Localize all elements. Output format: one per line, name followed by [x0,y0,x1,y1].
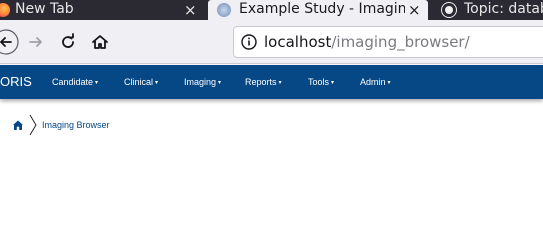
url-path: /imaging_browser/ [331,33,470,51]
firefox-icon [0,3,10,17]
home-icon [92,35,108,49]
chevron-down-icon: ▾ [278,79,282,86]
back-icon [0,29,19,55]
menu-candidate[interactable]: Candidate ▾ [52,65,98,99]
browser-tab-strip: New Tab × Example Study - Imaging × Topi… [0,0,543,20]
home-icon[interactable] [12,119,24,131]
browser-toolbar: localhost/imaging_browser/ [0,20,543,64]
url-bar[interactable]: localhost/imaging_browser/ [233,26,543,58]
forward-icon [29,37,42,47]
chevron-down-icon: ▾ [331,79,335,86]
chevron-down-icon: ▾ [155,79,159,86]
chevron-down-icon: ▾ [387,79,391,86]
github-icon [442,3,456,17]
tab-topic[interactable]: Topic: datab [430,0,543,20]
tab-title: New Tab [15,1,74,17]
info-icon[interactable] [240,33,258,51]
brand-logo[interactable]: ORIS [0,65,32,99]
tab-title: Topic: datab [464,1,543,17]
menu-tools[interactable]: Tools ▾ [308,65,334,99]
menu-reports[interactable]: Reports ▾ [245,65,282,99]
menu-imaging[interactable]: Imaging ▾ [184,65,221,99]
chevron-down-icon: ▾ [95,79,99,86]
url-host: localhost [264,33,332,51]
menu-label: Reports [245,77,277,87]
home-button[interactable] [86,28,114,56]
brain-icon [217,3,231,17]
menu-label: Tools [308,77,330,87]
reload-button[interactable] [54,28,82,56]
menu-clinical[interactable]: Clinical ▾ [124,65,158,99]
menu-label: Imaging [184,77,217,87]
menu-label: Clinical [124,77,154,87]
reload-icon [62,33,74,48]
chevron-right-icon [29,114,37,136]
menu-label: Candidate [52,77,94,87]
close-icon[interactable]: × [184,0,197,20]
forward-button[interactable] [22,28,50,56]
back-button[interactable] [0,28,20,56]
breadcrumb-current[interactable]: Imaging Browser [42,120,110,130]
app-navbar: ORIS Candidate ▾ Clinical ▾ Imaging ▾ Repor… [0,65,543,99]
tab-title: Example Study - Imaging [239,1,405,17]
close-icon[interactable]: × [408,0,421,20]
tab-new-tab[interactable]: New Tab × [0,0,206,20]
menu-admin[interactable]: Admin ▾ [360,65,391,99]
url-text: localhost/imaging_browser/ [264,33,470,51]
tab-imaging-browser[interactable]: Example Study - Imaging × [208,0,428,20]
menu-label: Admin [360,77,386,87]
breadcrumb: Imaging Browser [12,114,110,136]
chevron-down-icon: ▾ [218,79,222,86]
